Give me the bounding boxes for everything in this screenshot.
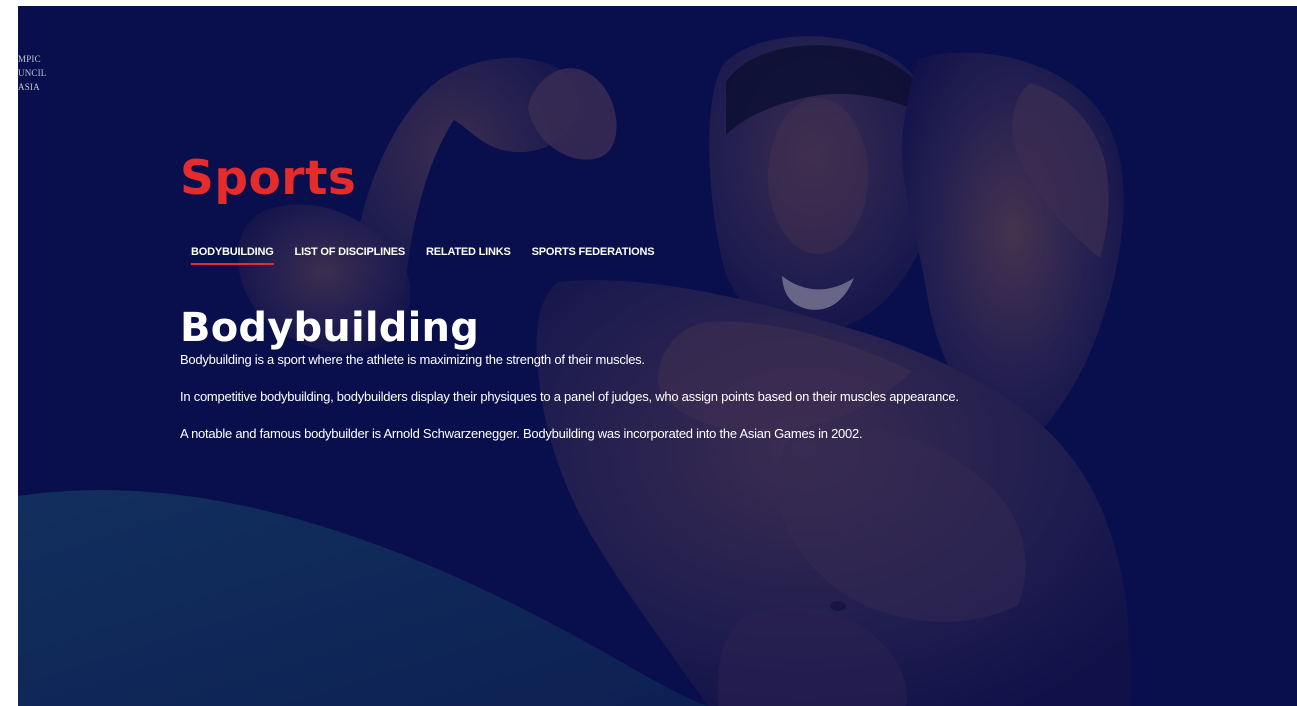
page-title: Sports	[180, 151, 357, 206]
tab-related-links[interactable]: RELATED LINKS	[426, 244, 511, 265]
sports-tabs: BODYBUILDING LIST OF DISCIPLINES RELATED…	[191, 242, 1200, 266]
tab-bodybuilding[interactable]: BODYBUILDING	[191, 244, 274, 265]
page: MPIC UNCIL ASIA Sports BODYBUILDING LIST…	[0, 0, 1297, 706]
sports-content: Sports BODYBUILDING LIST OF DISCIPLINES …	[180, 152, 1200, 443]
olympic-council-of-asia-logo[interactable]: MPIC UNCIL ASIA	[18, 52, 60, 94]
tab-sports-federations[interactable]: SPORTS FEDERATIONS	[532, 244, 655, 265]
hero-section: MPIC UNCIL ASIA Sports BODYBUILDING LIST…	[18, 6, 1297, 706]
article-title: Bodybuilding	[180, 305, 480, 351]
article-paragraph: Bodybuilding is a sport where the athlet…	[180, 352, 645, 367]
article-paragraph: In competitive bodybuilding, bodybuilder…	[180, 389, 959, 404]
tab-list-of-disciplines[interactable]: LIST OF DISCIPLINES	[295, 244, 406, 265]
article-paragraph: A notable and famous bodybuilder is Arno…	[180, 426, 863, 441]
